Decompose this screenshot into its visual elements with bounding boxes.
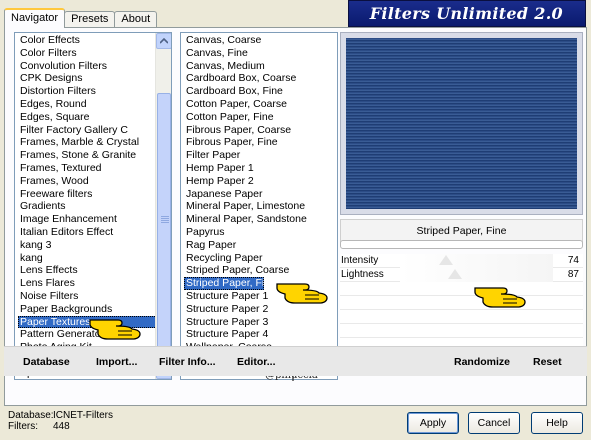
control-slider[interactable] [400,254,553,268]
apply-button[interactable]: Apply [407,412,459,434]
cancel-button[interactable]: Cancel [468,412,520,434]
filter-item[interactable]: Hemp Paper 2 [184,175,264,188]
filter-item[interactable]: Hemp Paper 1 [184,162,264,175]
category-item[interactable]: Distortion Filters [18,85,171,98]
slider-thumb-icon[interactable] [438,255,453,265]
category-item[interactable]: Convolution Filters [18,60,171,73]
category-item[interactable]: Gradients [18,200,171,213]
randomize-button[interactable]: Randomize [454,356,510,368]
logo-banner: Filters Unlimited 2.0 [348,0,586,27]
preview-frame [340,32,583,215]
scroll-grip-icon [161,216,169,224]
category-item[interactable]: Frames, Wood [18,175,171,188]
filter-item[interactable]: Cardboard Box, Coarse [184,72,296,85]
progress-bar [340,240,583,249]
scroll-thumb[interactable] [157,93,171,349]
slider-thumb-icon[interactable] [448,269,463,279]
tab-navigator[interactable]: Navigator [4,8,66,28]
status-filters-label: Filters: [8,421,38,432]
status-area: Database: ICNET-Filters Filters: 448 [8,410,113,432]
preview-image [346,38,577,209]
category-item[interactable]: kang 3 [18,239,171,252]
filter-item[interactable]: Filter Paper [184,149,264,162]
filter-item[interactable]: Cotton Paper, Fine [184,111,274,124]
filter-item[interactable]: Papyrus [184,226,264,239]
status-database-value: ICNET-Filters [53,410,113,421]
help-button[interactable]: Help [531,412,583,434]
category-item[interactable]: Filter Factory Gallery C [18,124,171,137]
import-button[interactable]: Import... [96,356,137,368]
tab-about[interactable]: About [114,11,158,28]
filter-item[interactable]: Structure Paper 4 [184,328,268,341]
filter-item[interactable]: Mineral Paper, Limestone [184,200,305,213]
filter-list[interactable]: Canvas, Coarse Canvas, Fine Canvas, Medium… [180,32,338,380]
category-item[interactable]: Color Effects [18,34,171,47]
category-item[interactable]: Color Filters [18,47,171,60]
logo-text: Filters Unlimited 2.0 [369,4,563,23]
database-button[interactable]: Database [23,356,70,368]
filter-item[interactable]: Japanese Paper [184,188,264,201]
category-item[interactable]: Noise Filters [18,290,171,303]
control-row: Lightness 87 [340,268,583,282]
category-item[interactable]: Image Enhancement [18,213,171,226]
category-item[interactable]: kang [18,252,171,265]
status-database-label: Database: [8,410,54,421]
filter-item[interactable]: Canvas, Fine [184,47,264,60]
control-row: Intensity 74 [340,254,583,268]
filter-item[interactable]: Striped Paper, Fine [184,277,276,290]
editor-button[interactable]: Editor... [237,356,276,368]
category-item[interactable]: Edges, Round [18,98,171,111]
control-row-empty [340,324,583,338]
filter-item[interactable]: Recycling Paper [184,252,264,265]
category-item[interactable]: Frames, Stone & Granite [18,149,171,162]
category-item[interactable]: Edges, Square [18,111,171,124]
filter-item[interactable]: Cardboard Box, Fine [184,85,283,98]
filter-item[interactable]: Structure Paper 3 [184,316,268,329]
control-row-empty [340,296,583,310]
status-filters-value: 448 [53,421,70,432]
filter-item[interactable]: Structure Paper 1 [184,290,268,303]
pointing-hand-icon [276,283,328,304]
category-item[interactable]: Freeware filters [18,188,171,201]
filter-item[interactable]: Striped Paper, Coarse [184,264,289,277]
control-value: 74 [567,255,579,266]
scroll-up-icon[interactable] [156,33,171,49]
filter-item[interactable]: Fibrous Paper, Fine [184,136,278,149]
filter-item[interactable]: Mineral Paper, Sandstone [184,213,307,226]
filter-info-button[interactable]: Filter Info... [159,356,216,368]
tab-presets[interactable]: Presets [64,11,116,28]
category-item[interactable]: CPK Designs [18,72,171,85]
filter-item[interactable]: Rag Paper [184,239,264,252]
category-item[interactable]: Frames, Marble & Crystal [18,136,171,149]
tab-bar: Navigator Presets About [4,8,158,28]
control-label: Lightness [341,269,384,280]
pointing-hand-icon [474,287,526,308]
control-row-empty [340,282,583,296]
pointing-hand-icon [89,319,141,340]
category-item[interactable]: Lens Effects [18,264,171,277]
control-label: Intensity [341,255,379,266]
filter-item[interactable]: Canvas, Medium [184,60,265,73]
bottom-toolbar: Database Import... Filter Info... Editor… [4,346,587,376]
category-item[interactable]: Italian Editors Effect [18,226,171,239]
filter-item[interactable]: Fibrous Paper, Coarse [184,124,291,137]
filter-item[interactable]: Structure Paper 2 [184,303,268,316]
category-item[interactable]: Frames, Textured [18,162,171,175]
filter-item[interactable]: Canvas, Coarse [184,34,264,47]
category-item[interactable]: Lens Flares [18,277,171,290]
reset-button[interactable]: Reset [533,356,562,368]
control-value: 87 [567,269,579,280]
control-row-empty [340,310,583,324]
filter-item[interactable]: Cotton Paper, Coarse [184,98,287,111]
category-scrollbar[interactable] [155,33,171,379]
